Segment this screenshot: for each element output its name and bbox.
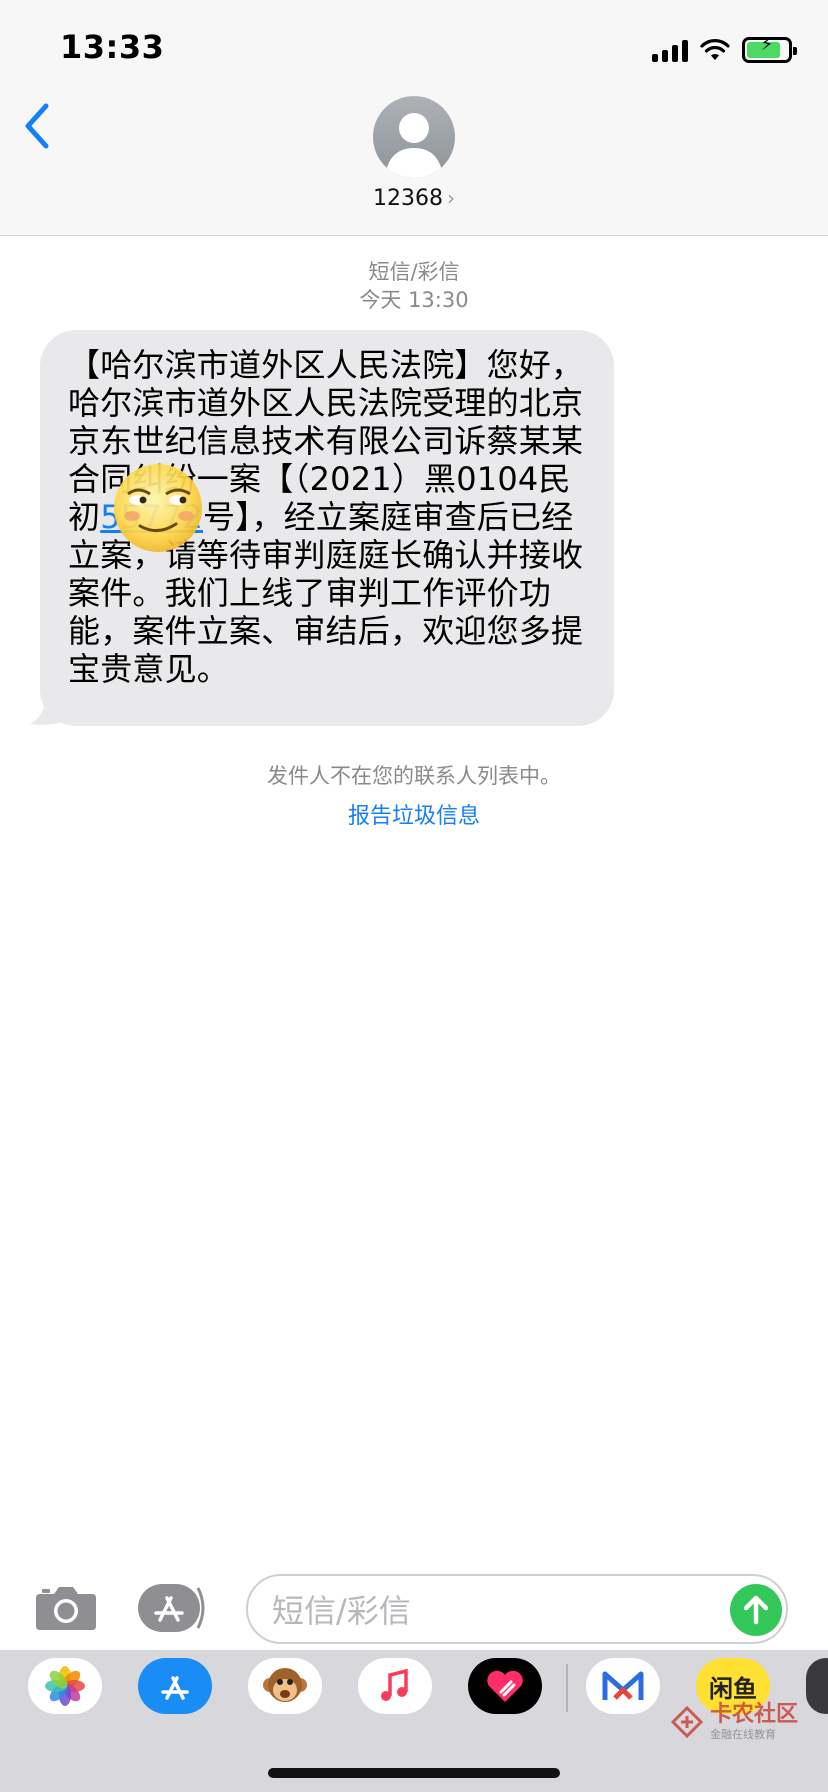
status-icons: ⚡ [652,32,797,68]
contact-number: 12368 [373,186,443,211]
back-button[interactable] [18,98,68,158]
app-store-icon [138,1584,205,1632]
animoji-app-button[interactable] [248,1658,322,1714]
message-timestamp: 今天 13:30 [359,288,469,312]
unknown-sender-notice: 发件人不在您的联系人列表中。 [267,764,561,788]
contact-name[interactable]: 12368 › [0,186,828,211]
wifi-icon [700,39,730,60]
photos-app-button[interactable] [28,1658,102,1714]
music-app-button[interactable] [358,1658,432,1714]
app-store-icon [161,1676,189,1700]
compose-bar: 短信/彩信 [0,1570,828,1650]
digital-touch-app-button[interactable] [468,1658,542,1714]
watermark-logo-icon [670,1705,704,1739]
home-indicator[interactable] [268,1768,560,1778]
chevron-right-icon: › [447,186,455,210]
watermark-title: 卡农社区 [709,1702,798,1727]
camera-button[interactable] [34,1584,98,1632]
smirk-emoji-sticker [114,464,202,552]
camera-icon [36,1587,96,1630]
watermark: 卡农社区 金融在线教育 [670,1704,798,1740]
heart-hand-icon [487,1670,523,1702]
photos-icon [45,1666,85,1706]
service-label: 短信/彩信 [368,260,460,284]
app-store-button[interactable] [138,1580,210,1636]
m-logo-icon [602,1671,644,1700]
cellular-signal-icon [652,38,688,62]
send-arrow-icon [743,1595,769,1625]
send-button[interactable] [730,1584,782,1636]
battery-icon: ⚡ [742,34,797,63]
monkey-face-icon [263,1668,307,1702]
drawer-divider [566,1664,568,1712]
contact-avatar[interactable] [373,96,455,178]
message-input[interactable]: 短信/彩信 [246,1574,788,1644]
more-apps-button[interactable] [806,1658,828,1714]
report-junk-link[interactable]: 报告垃圾信息 [0,798,828,830]
chevron-left-icon [25,103,49,149]
mafengwo-app-button[interactable] [586,1658,660,1714]
person-silhouette-icon [385,113,443,178]
xianyu-label: 闲鱼 [709,1674,757,1703]
music-note-icon [381,1668,408,1701]
navigation-header: 13:33 ⚡ 12368 › [0,0,828,236]
app-store-app-button[interactable] [138,1658,212,1714]
app-drawer: 闲鱼 卡农社区 金融在线教育 [0,1650,828,1792]
watermark-subtitle: 金融在线教育 [709,1728,776,1741]
message-input-placeholder: 短信/彩信 [272,1592,411,1630]
status-time: 13:33 [60,28,165,66]
